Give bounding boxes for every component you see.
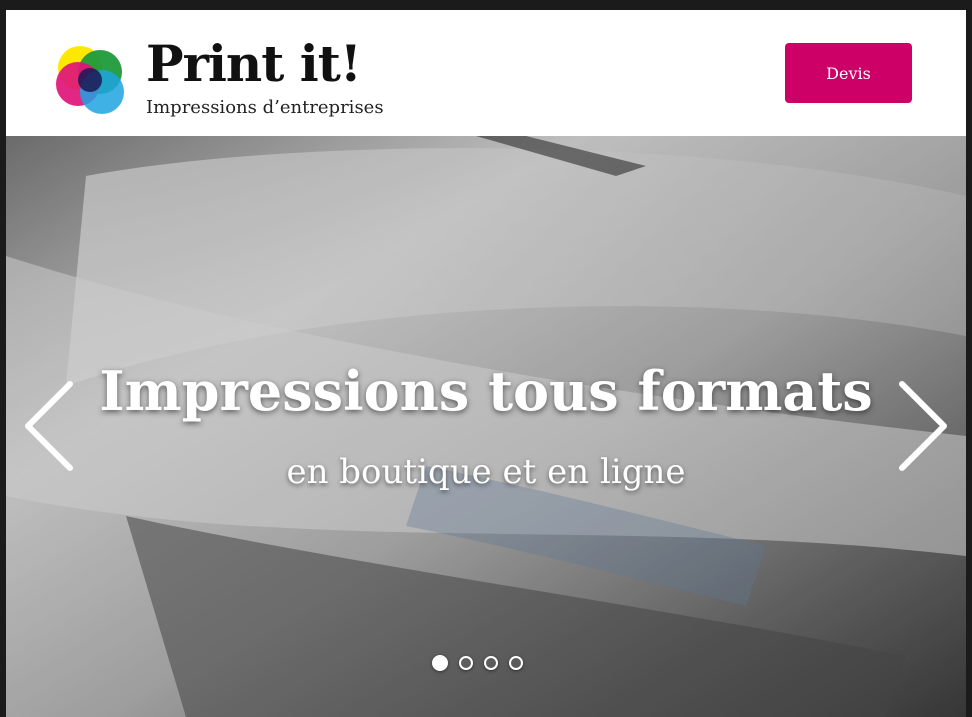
devis-button[interactable]: Devis (785, 43, 912, 103)
slide-indicators (432, 655, 523, 676)
slide-dot-3[interactable] (484, 656, 498, 670)
page-frame: Print it! Impressions d’entreprises Devi… (6, 10, 966, 717)
slide-dot-4[interactable] (509, 656, 523, 670)
hero-subtitle: en boutique et en ligne (286, 452, 686, 492)
hero-background-image (6, 136, 966, 717)
hero-carousel: Impressions tous formats en boutique et … (6, 136, 966, 717)
brand-title[interactable]: Print it! (146, 34, 362, 94)
hero-title: Impressions tous formats (99, 359, 873, 423)
print-it-logo[interactable] (52, 40, 132, 120)
site-header: Print it! Impressions d’entreprises Devi… (6, 10, 966, 136)
slide-dot-1[interactable] (432, 655, 448, 671)
slide-dot-2[interactable] (459, 656, 473, 670)
brand-tagline: Impressions d’entreprises (146, 97, 384, 118)
